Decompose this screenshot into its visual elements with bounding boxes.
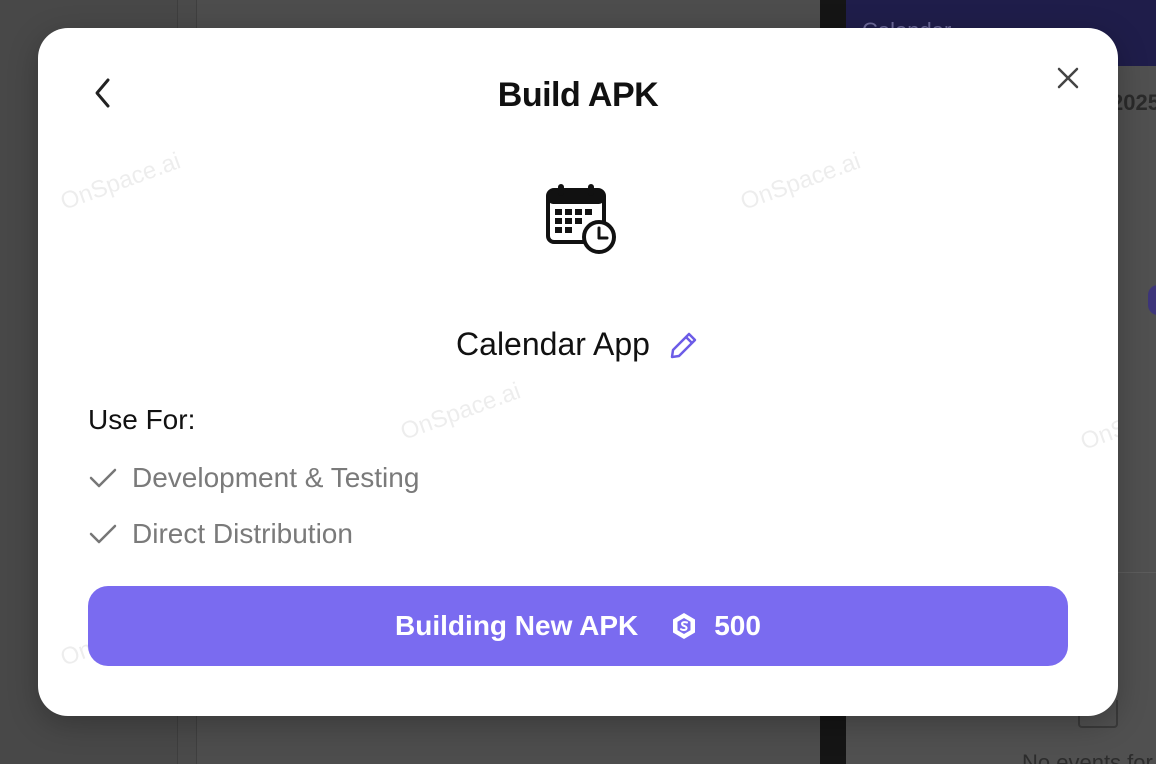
pencil-icon [670,332,697,358]
build-button-label: Building New APK [395,610,639,641]
background-preview-dot [1148,285,1156,315]
credits-cost: 500 [714,610,761,641]
watermark: OnSpace.ai [1076,387,1118,456]
feature-label: Development & Testing [132,462,420,493]
feature-item: Development & Testing [88,462,419,494]
close-icon [1057,67,1079,89]
app-name: Calendar App [456,326,650,362]
feature-item: Direct Distribution [88,518,353,550]
feature-label: Direct Distribution [132,518,353,549]
build-apk-button[interactable]: Building New APK 500 [88,586,1068,666]
coin-icon [670,612,698,640]
app-name-row: Calendar App [38,326,1118,363]
watermark: OnSpace.ai [736,147,865,216]
modal-title: Build APK [497,76,659,114]
watermark: OnSpace.ai [396,377,525,446]
check-icon [89,524,117,544]
background-preview-footer-text: No events for this [1022,750,1156,764]
use-for-heading: Use For: [88,404,196,435]
close-button[interactable] [1052,62,1084,94]
edit-app-name-button[interactable] [668,329,700,361]
calendar-clock-icon [544,182,618,256]
watermark: OnSpace.ai [56,147,185,216]
build-apk-modal: OnSpace.ai OnSpace.ai OnSpace.ai OnSpace… [38,28,1118,716]
check-icon [89,468,117,488]
